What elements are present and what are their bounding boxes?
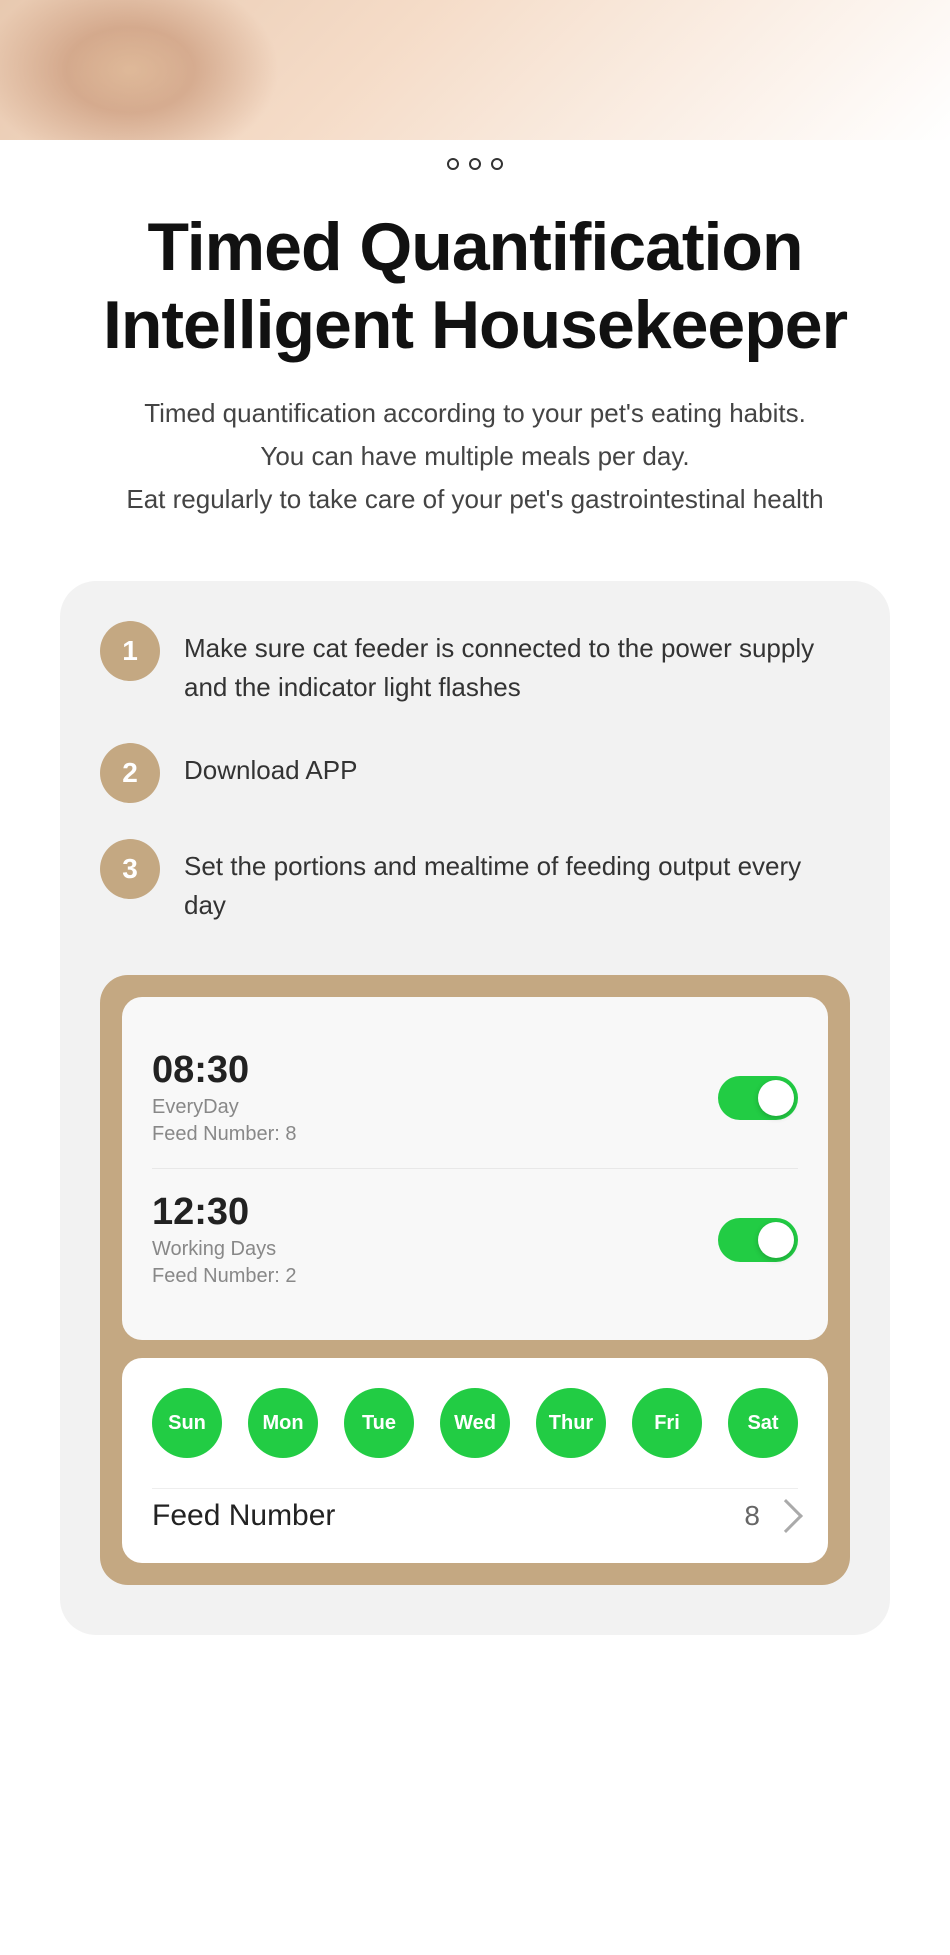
day-sat[interactable]: Sat: [728, 1388, 798, 1458]
toggle-knob-1: [758, 1080, 794, 1116]
feed-time-1: 08:30: [152, 1049, 297, 1092]
dot-1: [447, 158, 459, 170]
days-row: Sun Mon Tue Wed Thur Fri Sat: [152, 1388, 798, 1458]
feed-frequency-2: Working Days: [152, 1238, 297, 1261]
toggle-2[interactable]: [718, 1218, 798, 1262]
step-item-1: 1 Make sure cat feeder is connected to t…: [100, 621, 850, 707]
step-number-2: 2: [100, 743, 160, 803]
feed-entry-2: 12:30 Working Days Feed Number: 2: [152, 1168, 798, 1310]
schedule-inner: 08:30 EveryDay Feed Number: 8 12:30 Work…: [122, 997, 828, 1340]
toggle-knob-2: [758, 1222, 794, 1258]
day-wed[interactable]: Wed: [440, 1388, 510, 1458]
main-card: 1 Make sure cat feeder is connected to t…: [60, 581, 890, 1635]
steps-list: 1 Make sure cat feeder is connected to t…: [100, 621, 850, 925]
day-fri[interactable]: Fri: [632, 1388, 702, 1458]
feed-entry-2-info: 12:30 Working Days Feed Number: 2: [152, 1191, 297, 1288]
day-mon[interactable]: Mon: [248, 1388, 318, 1458]
feed-frequency-1: EveryDay: [152, 1096, 297, 1119]
chevron-right-icon: [769, 1499, 803, 1533]
step-number-1: 1: [100, 621, 160, 681]
dot-3: [491, 158, 503, 170]
feed-entry-1-info: 08:30 EveryDay Feed Number: 8: [152, 1049, 297, 1146]
title-section: Timed Quantification Intelligent Houseke…: [0, 188, 950, 551]
page-indicator: [0, 140, 950, 188]
day-thur[interactable]: Thur: [536, 1388, 606, 1458]
feed-entry-1: 08:30 EveryDay Feed Number: 8: [152, 1027, 798, 1168]
top-decorative-image: [0, 0, 950, 140]
step-number-3: 3: [100, 839, 160, 899]
dot-2: [469, 158, 481, 170]
step-text-2: Download APP: [184, 743, 357, 790]
feed-number-meta-2: Feed Number: 2: [152, 1265, 297, 1288]
days-card: Sun Mon Tue Wed Thur Fri Sat: [122, 1358, 828, 1563]
day-tue[interactable]: Tue: [344, 1388, 414, 1458]
step-text-1: Make sure cat feeder is connected to the…: [184, 621, 850, 707]
schedule-outer: 08:30 EveryDay Feed Number: 8 12:30 Work…: [100, 975, 850, 1585]
step-text-3: Set the portions and mealtime of feeding…: [184, 839, 850, 925]
main-title: Timed Quantification Intelligent Houseke…: [40, 208, 910, 364]
step-item-3: 3 Set the portions and mealtime of feedi…: [100, 839, 850, 925]
subtitle-text: Timed quantification according to your p…: [40, 392, 910, 521]
feed-number-row[interactable]: Feed Number 8: [152, 1488, 798, 1533]
feed-time-2: 12:30: [152, 1191, 297, 1234]
feed-number-label: Feed Number: [152, 1499, 335, 1533]
step-item-2: 2 Download APP: [100, 743, 850, 803]
day-sun[interactable]: Sun: [152, 1388, 222, 1458]
feed-number-value: 8: [744, 1500, 798, 1532]
toggle-1[interactable]: [718, 1076, 798, 1120]
feed-number-meta-1: Feed Number: 8: [152, 1123, 297, 1146]
